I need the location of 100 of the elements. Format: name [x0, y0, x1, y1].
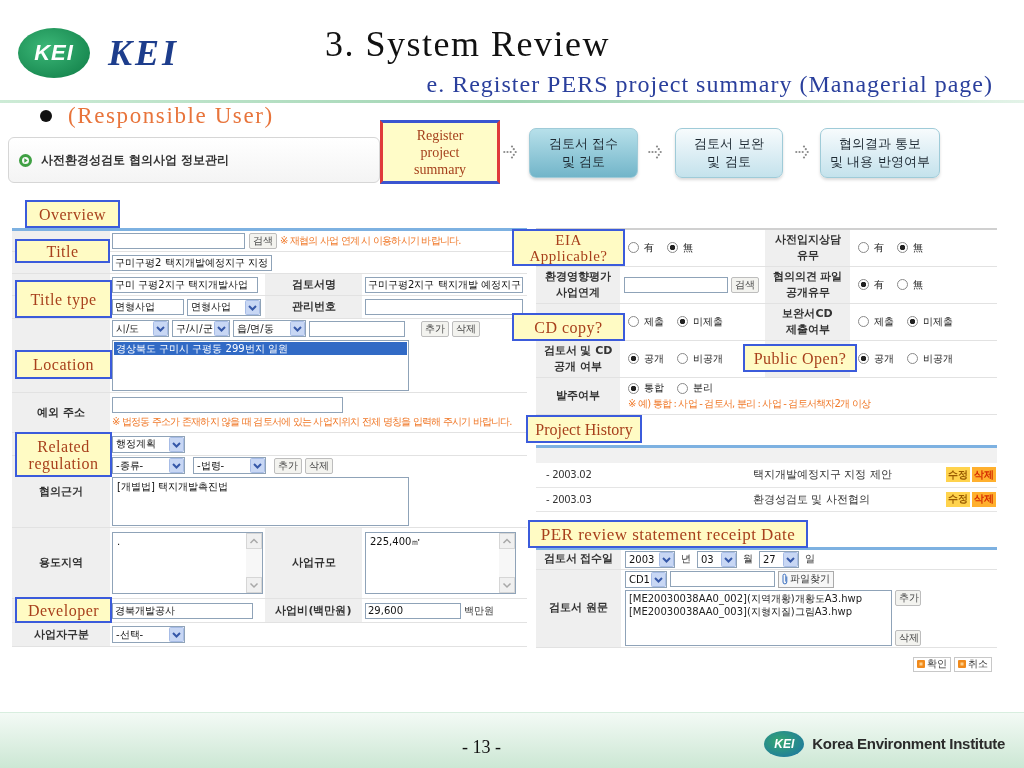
radio-button[interactable]	[628, 242, 639, 254]
radio-button[interactable]	[677, 382, 688, 394]
edit-button[interactable]: 수정	[946, 491, 970, 507]
form-label: 검토서 접수일	[536, 548, 621, 569]
logo-badge: KEI	[18, 28, 90, 78]
process-step[interactable]: 검토서 보완 및 검토	[675, 128, 783, 178]
form-label: 사업자구분	[12, 622, 110, 647]
dotted-arrow-icon	[795, 145, 809, 159]
form-label: 보완서CD 제출여부	[765, 303, 850, 340]
radio-label: 공개	[644, 351, 664, 366]
callout: Location	[15, 350, 112, 379]
dropdown[interactable]: 행정계획	[112, 435, 185, 453]
text-input[interactable]	[365, 299, 523, 315]
text-area[interactable]: .	[112, 532, 263, 594]
radio-label: 분리	[693, 381, 713, 395]
form-button[interactable]: 삭제	[452, 320, 480, 337]
scrollbar[interactable]	[499, 533, 515, 593]
action-button[interactable]: 확인	[913, 656, 951, 672]
square-icon	[917, 660, 925, 668]
list-box[interactable]: [ME20030038AA0_002](지역개황)개황도A3.hwp [ME20030038AA0_003](지형지질)그림A3.hwp	[624, 589, 892, 646]
paperclip-icon	[781, 573, 788, 585]
radio-label: 有	[874, 277, 884, 292]
form-button[interactable]: 검색	[731, 276, 759, 293]
dropdown[interactable]: 읍/면/동	[233, 320, 306, 337]
form-button[interactable]: 추가	[894, 589, 921, 606]
radio-button[interactable]	[858, 316, 869, 327]
dropdown[interactable]: 구/시/군	[172, 320, 230, 337]
radio-label: 미제출	[923, 314, 953, 329]
radio-button[interactable]	[858, 242, 869, 254]
text-input[interactable]	[112, 397, 343, 413]
radio-button[interactable]	[677, 316, 688, 327]
text-input[interactable]: 구미구평2지구 택지개발 예정지구	[365, 276, 523, 293]
radio-button[interactable]	[897, 279, 908, 290]
text-input[interactable]: 경북개발공사	[112, 602, 253, 619]
text-input[interactable]	[309, 320, 405, 337]
list-option[interactable]: [ME20030038AA0_002](지역개황)개황도A3.hwp	[626, 591, 890, 605]
text-area[interactable]: 225,400㎡	[365, 532, 516, 594]
dropdown[interactable]: -법령-	[193, 457, 266, 474]
radio-button[interactable]	[858, 279, 869, 290]
radio-button[interactable]	[858, 353, 869, 364]
form-label: 용도지역	[12, 527, 110, 599]
form-button[interactable]: 추가	[421, 320, 449, 337]
form-label: 협의의견 파일 공개유무	[765, 266, 850, 303]
radio-button[interactable]	[628, 382, 639, 394]
bullet-icon	[40, 110, 52, 122]
action-button[interactable]: 취소	[954, 656, 992, 672]
dotted-arrow-icon	[503, 145, 517, 159]
form-label: 관리번호	[265, 295, 362, 319]
file-button[interactable]: 파일찾기	[777, 570, 834, 588]
dropdown[interactable]: -선택-	[112, 626, 185, 643]
edit-button[interactable]: 수정	[946, 467, 970, 483]
process-step[interactable]: 검토서 접수 및 검토	[529, 128, 638, 178]
radio-button[interactable]	[677, 353, 688, 364]
radio-label: 비공개	[693, 351, 723, 366]
caret-icon	[658, 551, 674, 567]
caret-icon	[169, 458, 184, 473]
list-option[interactable]: 경상북도 구미시 구평동 299번지 일원	[114, 342, 407, 355]
form-button[interactable]: 삭제	[305, 457, 333, 474]
title-cell: 환경성검토 및 사전협의	[752, 487, 943, 511]
text-area[interactable]: [개별법] 택지개발촉진법	[112, 477, 409, 526]
text-input[interactable]	[624, 276, 728, 293]
form-label: 검토서 및 CD 공개 여부	[536, 340, 620, 377]
dropdown[interactable]: 2003	[624, 550, 675, 568]
list-option[interactable]: [ME20030038AA0_003](지형지질)그림A3.hwp	[626, 604, 890, 618]
radio-button[interactable]	[667, 242, 678, 254]
radio-label: 통합	[644, 381, 664, 395]
list-box[interactable]: 경상북도 구미시 구평동 299번지 일원	[112, 340, 409, 391]
radio-button[interactable]	[907, 353, 918, 364]
callout: Developer	[15, 597, 112, 623]
scrollbar[interactable]	[246, 533, 262, 593]
breadcrumb-title: 사전환경성검토 협의사업 정보관리	[41, 151, 230, 169]
form-button[interactable]: 검색	[249, 233, 277, 249]
dropdown[interactable]: 27	[758, 550, 799, 568]
dropdown[interactable]: -종류-	[112, 457, 185, 474]
callout: Related regulation	[15, 432, 112, 477]
dropdown[interactable]: CD1	[624, 570, 667, 588]
chevron-up-icon	[246, 533, 262, 549]
dropdown[interactable]: 면형사업	[187, 298, 261, 316]
caret-icon	[169, 627, 184, 642]
text-input[interactable]: 29,600	[365, 602, 461, 619]
radio-button[interactable]	[628, 316, 639, 327]
radio-label: 有	[644, 240, 654, 255]
form-button[interactable]: 추가	[274, 457, 302, 474]
radio-button[interactable]	[897, 242, 908, 254]
form-button[interactable]: 삭제	[894, 629, 921, 646]
dropdown[interactable]: 시/도	[112, 320, 169, 337]
caret-icon	[153, 321, 168, 336]
radio-button[interactable]	[907, 316, 918, 327]
dropdown[interactable]: 03	[696, 550, 737, 568]
radio-label: 공개	[874, 351, 894, 366]
unit-label: 일	[804, 552, 815, 566]
radio-button[interactable]	[628, 353, 639, 364]
radio-label: 제출	[644, 314, 664, 329]
text-input[interactable]: 구미 구평2지구 택지개발사업	[112, 276, 258, 293]
text-input[interactable]	[112, 233, 245, 249]
date-cell: - 2003.02	[536, 463, 752, 487]
process-step[interactable]: 협의결과 통보 및 내용 반영여부	[820, 128, 940, 178]
text-input[interactable]: 구미구평2 택지개발예정지구 지정	[112, 254, 272, 271]
text-input[interactable]: 면형사업	[112, 299, 184, 315]
text-input[interactable]	[669, 571, 775, 587]
